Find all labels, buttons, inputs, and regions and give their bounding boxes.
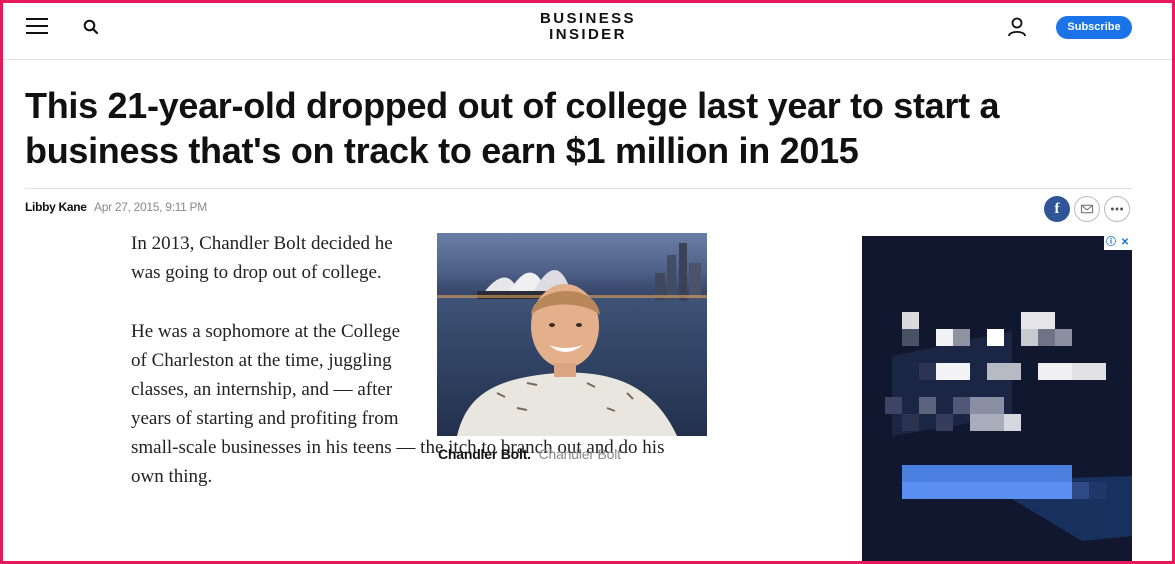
subscribe-button[interactable]: Subscribe	[1056, 16, 1132, 39]
publish-timestamp: Apr 27, 2015, 9:11 PM	[94, 200, 207, 214]
logo-line-2: INSIDER	[549, 26, 627, 43]
ad-pixelated-image	[885, 312, 1132, 541]
photo-caption: Chandler Bolt. Chandler Bolt	[438, 446, 621, 462]
account-icon[interactable]	[1007, 16, 1027, 38]
caption-name: Chandler Bolt.	[438, 446, 531, 462]
caption-credit: Chandler Bolt	[538, 446, 621, 462]
site-header: BUSINESS INSIDER Subscribe	[3, 3, 1172, 60]
photo-illustration	[437, 233, 707, 436]
paragraph-text-wrapped: He was a sophomore at the College of Cha…	[131, 321, 401, 429]
email-icon[interactable]	[1074, 196, 1100, 222]
byline-divider	[25, 188, 1132, 189]
business-insider-logo[interactable]: BUSINESS INSIDER	[513, 11, 663, 43]
author-link[interactable]: Libby Kane	[25, 200, 87, 214]
menu-icon[interactable]	[26, 18, 48, 36]
logo-line-1: BUSINESS	[540, 10, 636, 27]
ad-banner[interactable]: ⓘ ✕	[862, 236, 1132, 564]
search-icon[interactable]	[82, 18, 100, 36]
facebook-icon[interactable]: f	[1044, 196, 1070, 222]
paragraph-text-continued: small-scale businesses in his teens — th…	[131, 437, 665, 487]
article-headline: This 21-year-old dropped out of college …	[25, 85, 1000, 171]
byline: Libby Kane Apr 27, 2015, 9:11 PM	[25, 200, 207, 214]
article-photo[interactable]	[437, 233, 707, 436]
more-icon[interactable]	[1104, 196, 1130, 222]
paragraph: In 2013, Chandler Bolt decided he was go…	[131, 233, 393, 283]
